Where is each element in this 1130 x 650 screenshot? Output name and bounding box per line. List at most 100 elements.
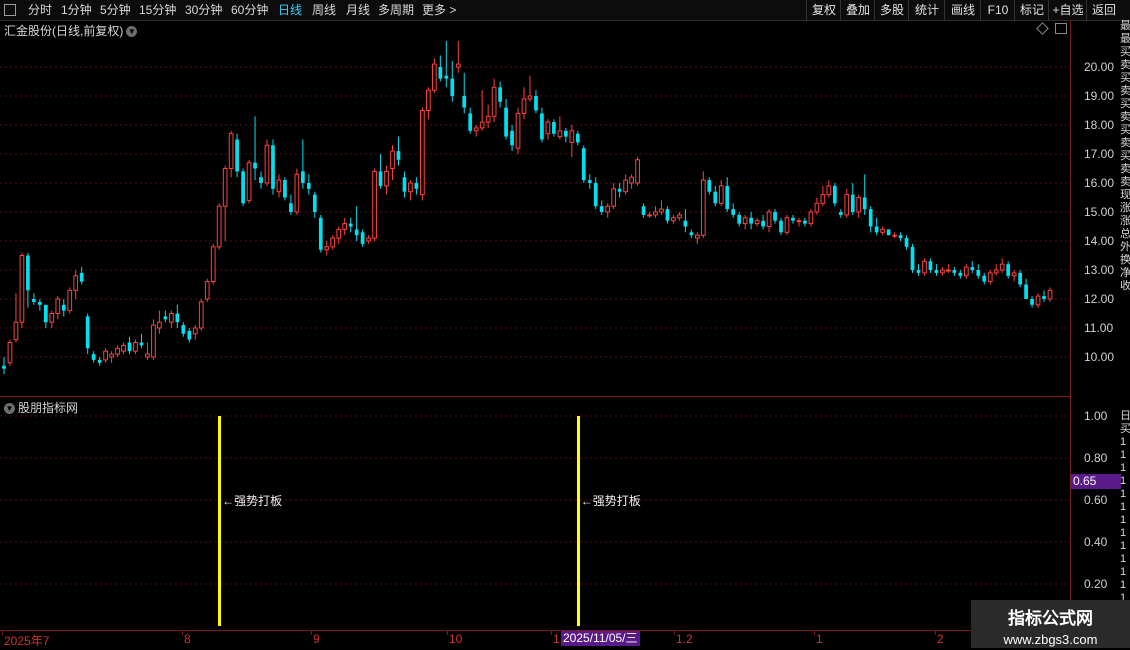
info-strip-cell: 换 — [1120, 254, 1130, 266]
candle — [545, 119, 551, 140]
info-strip-cell: 1 — [1120, 553, 1127, 565]
candle-body — [946, 269, 951, 272]
candle — [892, 232, 897, 239]
candle — [19, 252, 25, 328]
candle — [874, 217, 879, 236]
chevron-down-icon[interactable]: ▼ — [4, 403, 15, 415]
candle — [629, 174, 634, 189]
candle — [635, 156, 640, 186]
pane-divider[interactable] — [0, 396, 1070, 397]
candle-body — [187, 330, 192, 340]
info-strip-cell: 1 — [1120, 527, 1127, 539]
candle-body — [384, 170, 389, 187]
candle — [210, 243, 216, 285]
candle — [85, 313, 90, 355]
candle-body — [360, 232, 365, 244]
candle — [1047, 287, 1053, 302]
candle-body — [725, 185, 730, 210]
date-axis[interactable]: 2025年7 8 9 10 1 1.2 1 2 — [0, 630, 1070, 648]
info-strip-cell — [1120, 306, 1130, 319]
candle — [444, 40, 449, 88]
info-strip-cell: 买 — [1120, 46, 1130, 58]
candle-body — [259, 177, 263, 183]
candle — [408, 180, 413, 201]
candle-body — [306, 183, 311, 189]
date-tick — [674, 631, 675, 635]
info-strip-cell: 1 — [1120, 475, 1127, 487]
candle — [127, 336, 132, 355]
candle — [55, 296, 61, 320]
candle-body — [694, 234, 700, 239]
price-tick-label: 14.00 — [1084, 234, 1115, 248]
candle-body — [689, 232, 694, 236]
candle — [414, 177, 419, 195]
info-strip-cell: 日 — [1120, 410, 1130, 422]
candle-body — [898, 235, 903, 239]
candle — [2, 357, 6, 375]
candle — [587, 174, 592, 189]
candle-body — [455, 63, 461, 68]
date-tick — [2, 631, 3, 635]
date-tick — [311, 631, 312, 635]
candle-body — [749, 217, 753, 224]
candle-body — [653, 211, 658, 216]
candle — [928, 258, 933, 273]
toolbar-button-8[interactable]: 返回 — [1086, 0, 1121, 20]
candle-body — [557, 130, 563, 138]
price-tick-label: 17.00 — [1084, 147, 1115, 161]
candle-body — [91, 354, 96, 360]
candle-body — [515, 112, 521, 149]
candle — [814, 197, 820, 215]
candle — [301, 139, 305, 189]
indicator-tick-label: 0.80 — [1084, 451, 1108, 465]
candle-body — [593, 183, 598, 207]
candle — [253, 116, 257, 181]
candle-body — [718, 185, 724, 204]
candle — [683, 209, 688, 233]
candle — [761, 214, 765, 230]
candle-body — [677, 214, 682, 219]
candle — [241, 168, 245, 207]
indicator-title-text: 股朋指标网 — [18, 401, 79, 415]
candle — [540, 107, 544, 143]
candle-body — [121, 344, 126, 352]
candle — [976, 264, 981, 279]
candle-body — [216, 205, 222, 248]
candle-body — [611, 188, 617, 207]
candle-body — [318, 217, 323, 250]
candle-body — [605, 205, 611, 213]
info-strip-cell — [1120, 332, 1130, 345]
candle-body — [1035, 295, 1041, 306]
info-strip-cell: 净 — [1120, 267, 1130, 279]
candle — [803, 217, 807, 227]
candle-body — [139, 342, 144, 346]
candle — [1042, 290, 1046, 302]
candle — [575, 130, 580, 146]
candle-body — [850, 194, 855, 212]
price-chart[interactable] — [0, 0, 1070, 630]
candle — [641, 203, 646, 218]
candle-body — [49, 313, 55, 323]
info-strip-cell — [1120, 371, 1130, 384]
candle-body — [444, 75, 449, 79]
candle — [779, 217, 783, 236]
indicator-title[interactable]: ▼ 股朋指标网 — [4, 399, 78, 416]
indicator-value-badge: 0.65 — [1071, 474, 1121, 489]
candle-body — [241, 171, 245, 204]
candle — [754, 217, 760, 227]
candle — [868, 206, 873, 233]
candle-body — [958, 272, 963, 276]
candle — [283, 177, 287, 201]
candle-body — [862, 197, 867, 210]
candle-body — [826, 185, 832, 196]
candle — [1006, 261, 1011, 279]
date-tick-label: 2025年7 — [4, 634, 50, 648]
candle — [677, 212, 682, 221]
candle — [324, 241, 330, 256]
candle — [485, 104, 491, 128]
candle — [832, 183, 837, 207]
candle-body — [993, 269, 999, 274]
candle-body — [271, 145, 275, 189]
candle — [605, 203, 611, 218]
candle-body — [987, 272, 993, 283]
